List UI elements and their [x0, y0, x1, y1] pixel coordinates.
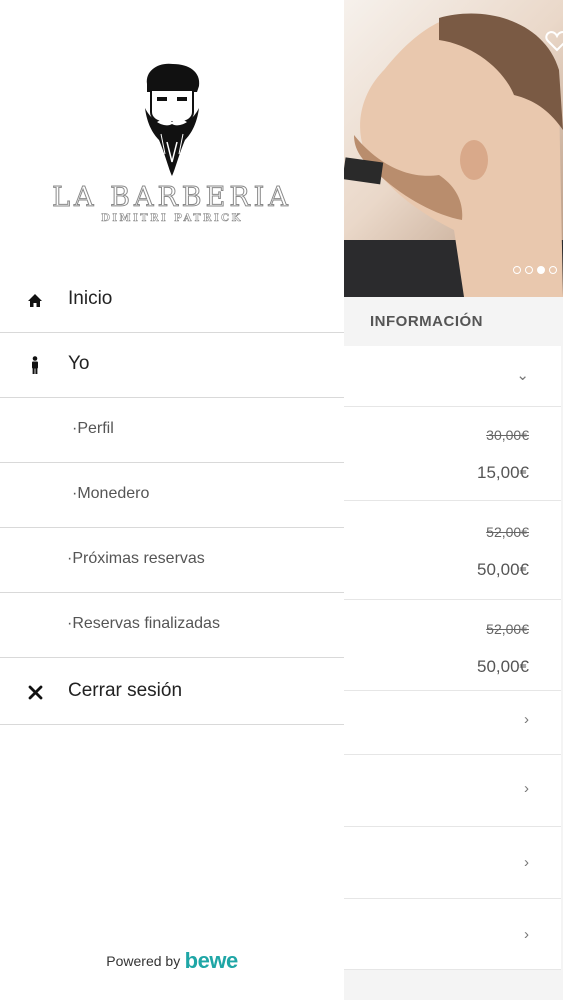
menu-item-reservas-finalizadas[interactable]: ·Reservas finalizadas: [0, 593, 344, 658]
powered-by-footer[interactable]: Powered by bewe: [0, 948, 344, 974]
category-row[interactable]: ›: [344, 755, 561, 827]
menu-item-perfil[interactable]: ·Perfil: [0, 398, 344, 463]
category-row[interactable]: ›: [344, 691, 561, 755]
price: 15,00€: [477, 463, 529, 482]
category-row[interactable]: ›: [344, 899, 561, 970]
old-price: 52,00€: [486, 621, 529, 637]
close-icon: [26, 682, 44, 702]
menu-item-inicio[interactable]: Inicio: [0, 268, 344, 333]
carousel-dots[interactable]: [513, 266, 557, 274]
menu-label: Cerrar sesión: [68, 680, 183, 701]
brand-logo: [0, 62, 344, 182]
powered-by-text: Powered by: [106, 953, 181, 969]
menu-label: ·Reservas finalizadas: [67, 615, 220, 632]
section-title: INFORMACIÓN: [370, 313, 483, 330]
home-icon: [26, 290, 44, 310]
menu-item-proximas-reservas[interactable]: ·Próximas reservas: [0, 528, 344, 593]
person-icon: [26, 355, 44, 375]
old-price: 30,00€: [486, 427, 529, 443]
menu-item-cerrar-sesion[interactable]: Cerrar sesión: [0, 660, 344, 725]
side-drawer: LA BARBERIA DIMITRI PATRICK Inicio Yo ·P…: [0, 0, 344, 1000]
carousel-dot-active[interactable]: [537, 266, 545, 274]
bewe-logo: bewe: [184, 948, 239, 973]
chevron-right-icon: ›: [524, 926, 529, 943]
hero-image[interactable]: [344, 0, 563, 297]
chevron-right-icon: ›: [524, 711, 529, 728]
menu-item-yo[interactable]: Yo: [0, 333, 344, 398]
category-row[interactable]: ›: [344, 827, 561, 899]
price: 50,00€: [477, 657, 529, 676]
bearded-man-logo-icon: [145, 63, 200, 176]
menu-label: Inicio: [68, 288, 113, 309]
service-row[interactable]: 52,00€ 50,00€: [344, 600, 561, 691]
chevron-right-icon: ›: [524, 780, 529, 797]
price: 50,00€: [477, 560, 529, 579]
carousel-dot[interactable]: [513, 266, 521, 274]
menu-item-monedero[interactable]: ·Monedero: [0, 463, 344, 528]
brand-subtitle: DIMITRI PATRICK: [101, 213, 243, 225]
menu-label: ·Perfil: [72, 420, 114, 437]
carousel-dot[interactable]: [525, 266, 533, 274]
menu-label: Yo: [68, 353, 90, 374]
menu-label: ·Próximas reservas: [67, 550, 205, 567]
old-price: 52,00€: [486, 524, 529, 540]
chevron-down-icon: ⌄: [516, 367, 529, 384]
service-row[interactable]: 30,00€ 15,00€: [344, 407, 561, 501]
menu-label: ·Monedero: [72, 485, 150, 502]
chevron-right-icon: ›: [524, 854, 529, 871]
barber-photo: [344, 13, 563, 297]
background-page: INFORMACIÓN ⌄ 30,00€ 15,00€ 52,00€ 50,00…: [344, 0, 563, 1000]
carousel-dot[interactable]: [549, 266, 557, 274]
info-expand-row[interactable]: ⌄: [344, 346, 561, 407]
brand-title: LA BARBERIA: [52, 182, 292, 214]
service-row[interactable]: 52,00€ 50,00€: [344, 501, 561, 600]
